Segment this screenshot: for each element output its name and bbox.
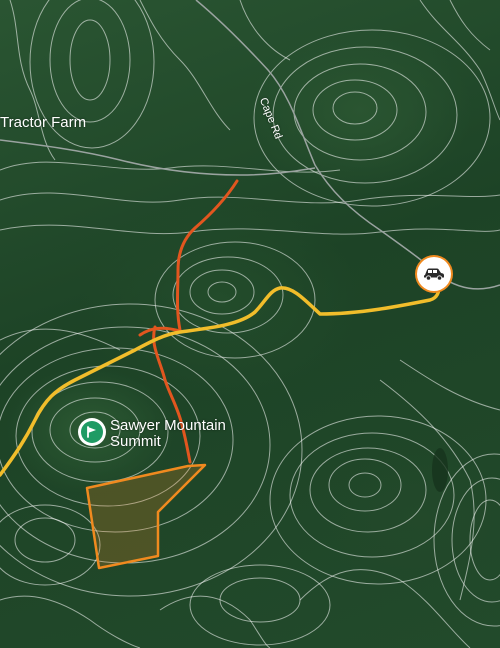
pond [432, 448, 448, 492]
side-trail-north [176, 179, 239, 332]
boundary-area [85, 463, 207, 570]
cape-road [195, 0, 500, 290]
contour-lines [0, 0, 500, 648]
farm-label[interactable]: Tractor Farm [0, 114, 86, 131]
map-terrain [0, 0, 500, 648]
summit-label[interactable]: Sawyer Mountain Summit [110, 418, 226, 450]
map-view[interactable]: Tractor Farm Cape Rd Sawyer Mountain Sum… [0, 0, 500, 648]
summit-label-line-1: Sawyer Mountain [110, 417, 226, 434]
summit-label-line-2: Summit [110, 433, 161, 450]
summit-flag-icon[interactable] [78, 418, 106, 446]
car-parking-icon[interactable] [417, 257, 451, 291]
